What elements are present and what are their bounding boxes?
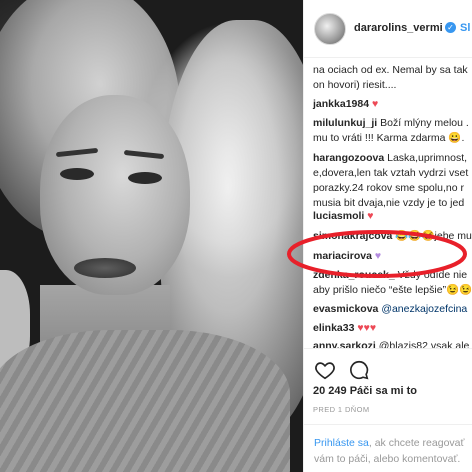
comment-text: 😂😂😂jebe mu.	[395, 230, 472, 242]
comment-text: musia bit dvaja,nie vzdy je to jed	[313, 197, 465, 209]
three-red-hearts-icon: ♥♥♥	[357, 322, 377, 334]
comment-item: elinka33 ♥♥♥	[313, 321, 472, 336]
comment-item: simonakrajcova 😂😂😂jebe mu.	[313, 229, 472, 244]
verified-badge-icon: ✓	[445, 22, 456, 33]
comment-username[interactable]: jankka1984	[313, 98, 369, 110]
comment-text: e,dovera,len tak vztah vydrzi vset	[313, 167, 469, 179]
comment-username[interactable]: elinka33	[313, 322, 354, 334]
eye-left	[60, 168, 94, 180]
comment-username[interactable]: zdenka_roucek_	[313, 269, 395, 281]
comment-username[interactable]: mariacirova	[313, 250, 372, 262]
comment-line: na ociach od ex. Nemal by sa tak	[313, 63, 472, 78]
comment-item: luciasmoli ♥	[313, 209, 472, 224]
username[interactable]: dararolins_vermi	[354, 22, 443, 34]
comment-text: mu to vráti !!! Karma zdarma 😀.	[313, 132, 465, 144]
comment-text: Laska,uprimnost,	[387, 152, 468, 164]
comment-username[interactable]: simonakrajcova	[313, 230, 392, 242]
avatar[interactable]	[314, 13, 346, 45]
login-prompt-line: Prihláste sa, ak chcete reagovať	[314, 437, 464, 449]
comment-item: zdenka_roucek_ Vždy odíde nie	[313, 268, 472, 283]
post-photo[interactable]	[0, 0, 303, 472]
login-prompt-line-2: vám to páči, alebo komentovať.	[314, 453, 461, 465]
comment-line: aby prišlo niečo “ešte lepšie”😉😉	[313, 283, 472, 298]
follow-button[interactable]: Sl	[460, 22, 470, 34]
comment-text: Boží mlýny melou .	[380, 117, 469, 129]
post-header: dararolins_vermi ✓ Sl	[304, 0, 472, 58]
login-link[interactable]: Prihláste sa	[314, 437, 369, 449]
comment-username[interactable]: harangozoova	[313, 152, 384, 164]
comment-item: mariacirova ♥	[313, 249, 472, 264]
comment-item: milulunkuj_ji Boží mlýny melou .	[313, 116, 472, 131]
comment-item: anny.sarkozi @blazis82 vsak ale	[313, 339, 472, 348]
likes-count[interactable]: 20 249 Páči sa mi to	[313, 385, 417, 397]
comment-item: evasmickova @anezkajozefcina	[313, 302, 472, 317]
login-prompt-text: , ak chcete reagovať	[368, 437, 465, 449]
shirt-shape	[0, 330, 290, 472]
mention-link[interactable]: @anezkajozefcina	[381, 303, 467, 315]
comment-text: na ociach od ex. Nemal by sa tak	[313, 64, 468, 76]
comment-line: e,dovera,len tak vztah vydrzi vset	[313, 166, 472, 181]
comment-item: jankka1984 ♥	[313, 97, 472, 112]
comment-username[interactable]: anny.sarkozi	[313, 340, 376, 348]
lips-shape	[74, 258, 136, 278]
purple-heart-icon: ♥	[374, 250, 382, 262]
comment-bubble-icon[interactable]	[348, 359, 370, 381]
comment-line: on hovori) riesit....	[313, 78, 472, 93]
eye-right	[128, 172, 162, 184]
post-timestamp: PRED 1 DŇOM	[313, 405, 370, 414]
comment-text: Vždy odíde nie	[397, 269, 468, 281]
action-bar	[304, 348, 472, 388]
comment-username[interactable]: evasmickova	[313, 303, 378, 315]
heart-icon[interactable]	[314, 359, 336, 381]
comments-list[interactable]: na ociach od ex. Nemal by sa tak on hovo…	[304, 58, 472, 348]
comment-text: aby prišlo niečo “ešte lepšie”😉😉	[313, 284, 472, 296]
comment-username[interactable]: luciasmoli	[313, 210, 364, 222]
comment-line: porazky.24 rokov sme spolu,no r	[313, 181, 472, 196]
red-heart-icon: ♥	[371, 98, 379, 110]
login-prompt: Prihláste sa, ak chcete reagovať vám to …	[304, 424, 472, 472]
red-heart-icon: ♥	[367, 210, 374, 222]
comment-text: on hovori) riesit....	[313, 79, 397, 91]
comment-line: mu to vráti !!! Karma zdarma 😀.	[313, 131, 472, 146]
comment-text: porazky.24 rokov sme spolu,no r	[313, 182, 464, 194]
comment-text: @blazis82 vsak ale	[378, 340, 470, 348]
comment-item: harangozoova Laska,uprimnost,	[313, 151, 472, 166]
comment-username[interactable]: milulunkuj_ji	[313, 117, 377, 129]
